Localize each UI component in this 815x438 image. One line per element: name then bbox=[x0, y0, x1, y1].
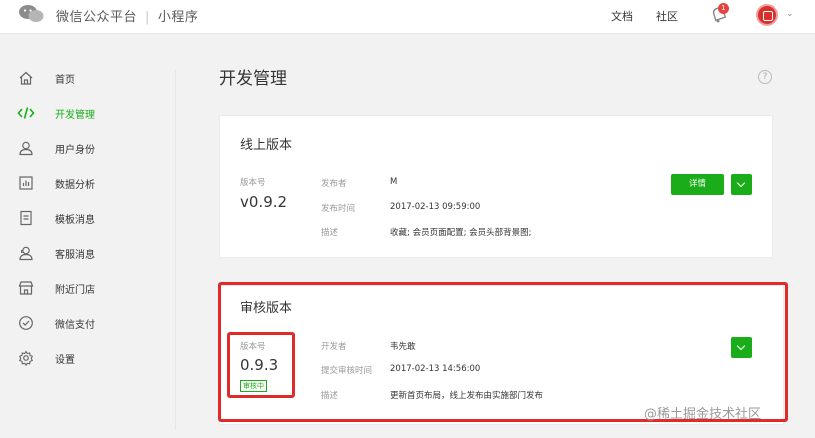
sidebar-item-label: 模板消息 bbox=[55, 215, 95, 226]
brand-name: 微信公众平台 bbox=[56, 10, 138, 25]
pay-icon bbox=[17, 314, 35, 332]
product-name: 小程序 bbox=[157, 10, 199, 25]
sidebar-item-user-identity[interactable]: 用户身份 bbox=[0, 133, 175, 163]
version-highlight bbox=[227, 332, 295, 398]
help-icon[interactable]: ? bbox=[758, 70, 772, 84]
store-icon bbox=[17, 279, 35, 297]
code-icon bbox=[17, 104, 35, 122]
sidebar-item-label: 客服消息 bbox=[55, 250, 95, 261]
publish-time-value: 2017-02-13 09:59:00 bbox=[390, 202, 481, 212]
online-version-title: 线上版本 bbox=[240, 138, 293, 153]
sidebar-item-label: 开发管理 bbox=[55, 110, 95, 121]
sidebar: 首页 开发管理 用户身份 数据分析 模板消息 客服消息 附近门店 微信支付 设置 bbox=[0, 35, 175, 438]
sidebar-item-label: 设置 bbox=[55, 355, 75, 366]
notification-badge: 1 bbox=[718, 3, 729, 14]
online-more-dropdown-button[interactable] bbox=[731, 174, 752, 195]
publisher-value: M bbox=[390, 177, 398, 187]
online-version-card: 线上版本 版本号 v0.9.2 发布者 M 发布时间 2017-02-13 09… bbox=[219, 115, 773, 258]
sidebar-item-label: 首页 bbox=[55, 75, 75, 86]
version-label: 版本号 bbox=[240, 178, 266, 188]
chart-icon bbox=[17, 174, 35, 192]
online-version-number: v0.9.2 bbox=[240, 193, 288, 211]
sidebar-item-template-messages[interactable]: 模板消息 bbox=[0, 203, 175, 233]
review-card-highlight bbox=[218, 282, 788, 422]
avatar[interactable] bbox=[756, 4, 778, 26]
template-icon bbox=[17, 209, 35, 227]
details-button[interactable]: 详情 bbox=[671, 174, 724, 195]
sidebar-item-label: 微信支付 bbox=[55, 320, 95, 331]
chevron-down-icon[interactable]: ⌄ bbox=[786, 9, 794, 19]
publish-time-label: 发布时间 bbox=[321, 204, 356, 214]
community-link[interactable]: 社区 bbox=[656, 8, 678, 24]
sidebar-item-label: 数据分析 bbox=[55, 180, 95, 191]
sidebar-item-nearby-stores[interactable]: 附近门店 bbox=[0, 273, 175, 303]
home-icon bbox=[17, 69, 35, 87]
top-header: 微信公众平台 | 小程序 文档 社区 1 ⌄ bbox=[0, 0, 815, 34]
sidebar-item-customer-service[interactable]: 客服消息 bbox=[0, 238, 175, 268]
settings-icon bbox=[17, 349, 35, 367]
watermark: @稀土掘金技术社区 bbox=[644, 407, 762, 422]
sidebar-item-wechat-pay[interactable]: 微信支付 bbox=[0, 308, 175, 338]
support-icon bbox=[17, 244, 35, 262]
brand-title[interactable]: 微信公众平台 | 小程序 bbox=[56, 6, 198, 25]
sidebar-item-home[interactable]: 首页 bbox=[0, 63, 175, 93]
sidebar-item-dev-management[interactable]: 开发管理 bbox=[0, 98, 175, 128]
brand-separator: | bbox=[145, 10, 150, 25]
description-value: 收藏; 会员页面配置; 会员头部背景图; bbox=[390, 228, 532, 238]
page-title: 开发管理 bbox=[219, 69, 287, 89]
docs-link[interactable]: 文档 bbox=[611, 8, 633, 24]
sidebar-item-analytics[interactable]: 数据分析 bbox=[0, 168, 175, 198]
publisher-label: 发布者 bbox=[321, 179, 347, 189]
sidebar-item-label: 用户身份 bbox=[55, 145, 95, 156]
sidebar-divider bbox=[175, 70, 176, 430]
sidebar-item-settings[interactable]: 设置 bbox=[0, 343, 175, 373]
description-label: 描述 bbox=[321, 228, 339, 238]
sidebar-item-label: 附近门店 bbox=[55, 285, 95, 296]
wechat-logo-icon bbox=[19, 5, 44, 22]
user-icon bbox=[17, 139, 35, 157]
